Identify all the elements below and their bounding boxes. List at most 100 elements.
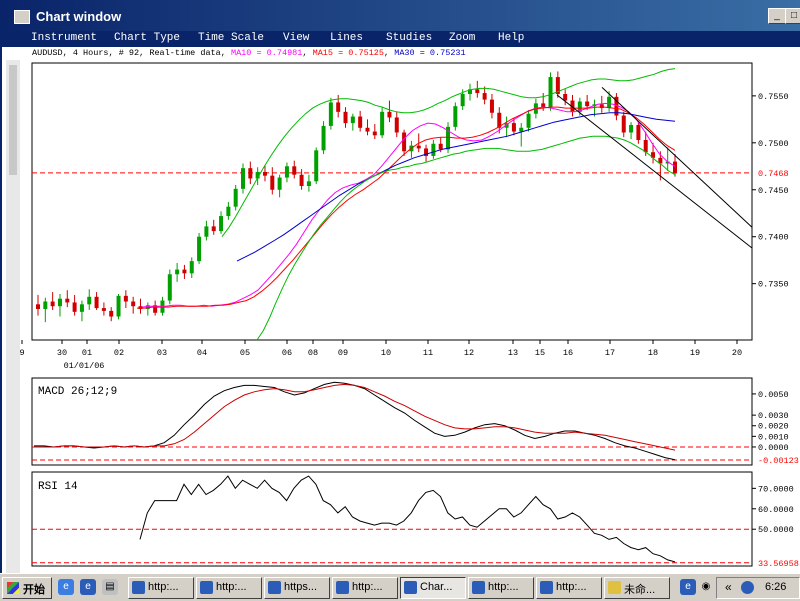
price-x-tick-label: 12 (464, 348, 474, 358)
taskbar-task-4[interactable]: http:... (332, 577, 398, 599)
candle-body (50, 301, 55, 307)
start-button[interactable]: 开始 (2, 577, 52, 599)
menu-lines[interactable]: Lines (330, 32, 363, 44)
ie-icon (200, 581, 213, 594)
price-x-tick-label: 9 (19, 348, 24, 358)
menu-help[interactable]: Help (498, 32, 524, 44)
maximize-icon[interactable]: □ (785, 8, 800, 24)
candle-body (87, 296, 92, 305)
macd-y-tick-label: 0.0010 (758, 432, 789, 442)
price-y-tick-label: 0.7500 (758, 139, 789, 149)
price-x-tick-label: 02 (114, 348, 124, 358)
price-x-tick-label: 15 (535, 348, 545, 358)
ie-icon (540, 581, 553, 594)
candle-body (233, 188, 238, 207)
candle-body (526, 113, 531, 128)
candle-body (72, 302, 77, 312)
rsi-title: RSI 14 (38, 481, 78, 493)
menu-instrument[interactable]: Instrument (31, 32, 97, 44)
macd-y-tick-label: 0.0030 (758, 411, 789, 421)
candle-body (636, 124, 641, 140)
price-y-tick-label: 0.7400 (758, 233, 789, 243)
ie-quicklaunch-icon[interactable]: e (58, 579, 74, 595)
tray-settings-icon[interactable]: ◉ (698, 579, 714, 595)
candle-body (262, 171, 267, 176)
menu-zoom[interactable]: Zoom (449, 32, 475, 44)
candle-body (219, 216, 224, 232)
macd-frame (31, 377, 753, 466)
candle-body (79, 304, 84, 312)
taskbar-task-3[interactable]: https... (264, 577, 330, 599)
candle-body (365, 127, 370, 132)
candle-body (226, 206, 231, 217)
taskbar-task-6[interactable]: http:... (468, 577, 534, 599)
taskbar-task-7[interactable]: http:... (536, 577, 602, 599)
candle-body (299, 174, 304, 187)
notepad-icon (608, 581, 621, 594)
tray-ie-icon[interactable]: e (680, 579, 696, 595)
system-tray: « 6:26 (716, 577, 800, 599)
taskbar-task-1[interactable]: http:... (128, 577, 194, 599)
candle-body (65, 298, 70, 303)
menu-studies[interactable]: Studies (386, 32, 432, 44)
menu-bar: Instrument Chart Type Time Scale View Li… (2, 31, 800, 47)
candle-body (475, 89, 480, 94)
taskbar-task-5[interactable]: Char... (400, 577, 466, 599)
candle-body (438, 143, 443, 150)
app-icon (14, 10, 30, 24)
price-x-tick-label: 13 (508, 348, 518, 358)
ie-quicklaunch-icon-2[interactable]: e (80, 579, 96, 595)
candle-body (563, 93, 568, 101)
price-x-tick-label: 09 (338, 348, 348, 358)
ie-icon (268, 581, 281, 594)
tray-network-icon[interactable] (741, 581, 754, 594)
minimize-icon[interactable]: _ (768, 8, 786, 24)
price-x-tick-label: 18 (648, 348, 658, 358)
macd-y-tick-label: 0.0050 (758, 390, 789, 400)
rsi-panel: 70.0000 60.0000 50.0000 33.56958 RSI 14 (31, 471, 799, 569)
macd-title: MACD 26;12;9 (38, 386, 117, 398)
candle-body (277, 177, 282, 190)
candle (197, 232, 202, 264)
price-x-tick-label: 30 (57, 348, 67, 358)
rsi-y-tick-label: 70.0000 (758, 484, 794, 494)
chart-area[interactable]: 0.7350 0.7400 0.7450 0.7500 0.7550 0.7468 9 30 0… (2, 60, 800, 573)
price-y-tick-label: 0.7350 (758, 280, 789, 290)
candle (116, 293, 121, 320)
candle-body (511, 123, 516, 132)
candle-body (387, 111, 392, 118)
menu-time-scale[interactable]: Time Scale (198, 32, 264, 44)
macd-last-label: -0.00123 (758, 456, 799, 466)
candle-body (131, 301, 136, 307)
candle-body (306, 181, 311, 187)
start-label: 开始 (23, 584, 45, 596)
price-x-tick-label: 06 (282, 348, 292, 358)
candle-body (109, 310, 114, 317)
price-date-label: 01/01/06 (64, 361, 105, 371)
candle-body (394, 117, 399, 133)
candle-body (548, 77, 553, 108)
candle (548, 72, 553, 111)
rsi-last-label: 33.56958 (758, 559, 799, 569)
candle-body (643, 139, 648, 153)
tray-expand-icon[interactable]: « (725, 580, 732, 594)
candle (321, 121, 326, 155)
taskbar-task-2[interactable]: http:... (196, 577, 262, 599)
candle (453, 102, 458, 131)
candle-body (94, 296, 99, 309)
rsi-frame (31, 471, 753, 567)
menu-view[interactable]: View (283, 32, 309, 44)
candle-body (182, 269, 187, 274)
left-scroll-thumb[interactable] (9, 65, 17, 175)
candle-body (336, 102, 341, 112)
desktop-quicklaunch-icon[interactable]: ▤ (102, 579, 118, 595)
title-bar[interactable]: Chart window _ □ (2, 0, 800, 31)
candle-body (541, 103, 546, 108)
price-y-tick-label: 0.7450 (758, 186, 789, 196)
candle-body (607, 96, 612, 109)
taskbar-task-8[interactable]: 未命... (604, 577, 670, 599)
menu-chart-type[interactable]: Chart Type (114, 32, 180, 44)
candle-body (343, 111, 348, 124)
info-feed: Real-time data (149, 48, 221, 58)
candle-body (175, 269, 180, 275)
